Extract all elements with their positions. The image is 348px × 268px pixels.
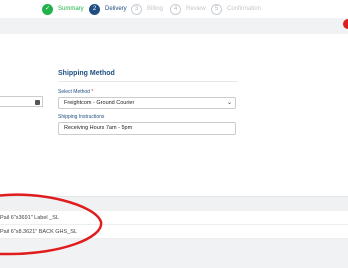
shipping-instructions-label: Shipping Instructions — [58, 114, 105, 120]
step-review[interactable]: 4 Review — [170, 3, 206, 15]
step-number: 4 — [170, 3, 181, 15]
shipping-method-heading: Shipping Method — [58, 70, 115, 77]
check-icon: ✓ — [42, 3, 53, 15]
chevron-down-icon: ⌄ — [226, 100, 232, 106]
step-delivery[interactable]: 2 Delivery — [89, 3, 127, 15]
table-row[interactable]: Pail 6"x8.3621" BACK GHS_SL — [0, 225, 348, 239]
shipping-instructions-field[interactable]: Receiving Hours 7am - 5pm — [58, 122, 236, 135]
items-table-header — [0, 197, 348, 212]
delivery-panel — [0, 34, 348, 197]
toolbar-strip — [0, 18, 348, 35]
select-method-label: Select Method * — [58, 89, 93, 95]
required-marker: * — [91, 89, 94, 95]
shipping-method-select[interactable]: Freightcom - Ground Courier ⌄ — [58, 97, 236, 109]
table-row[interactable]: Pail 6"x3691" Label _SL — [0, 211, 348, 225]
step-label: Summary — [58, 6, 84, 12]
select-method-label-text: Select Method — [58, 89, 90, 95]
checkout-stepper: ✓ Summary 2 Delivery 3 Billing 4 Review … — [0, 0, 348, 18]
page-footer-area — [0, 240, 348, 268]
step-label: Delivery — [105, 6, 127, 12]
step-number: 3 — [131, 3, 142, 15]
section-divider — [58, 81, 238, 82]
step-label: Billing — [147, 6, 164, 12]
step-number: 5 — [211, 3, 222, 15]
step-summary[interactable]: ✓ Summary — [42, 3, 84, 15]
item-name: Pail 6"x8.3621" BACK GHS_SL — [0, 229, 77, 235]
shipping-instructions-value: Receiving Hours 7am - 5pm — [64, 125, 133, 131]
step-label: Confirmation — [227, 6, 262, 12]
shipping-method-value: Freightcom - Ground Courier — [64, 100, 135, 106]
item-name: Pail 6"x3691" Label _SL — [0, 215, 59, 221]
step-label: Review — [186, 6, 206, 12]
calendar-icon[interactable] — [35, 100, 40, 105]
notification-indicator[interactable] — [343, 19, 348, 29]
step-billing[interactable]: 3 Billing — [131, 3, 163, 15]
step-confirmation[interactable]: 5 Confirmation — [211, 3, 261, 15]
step-number: 2 — [89, 3, 100, 15]
